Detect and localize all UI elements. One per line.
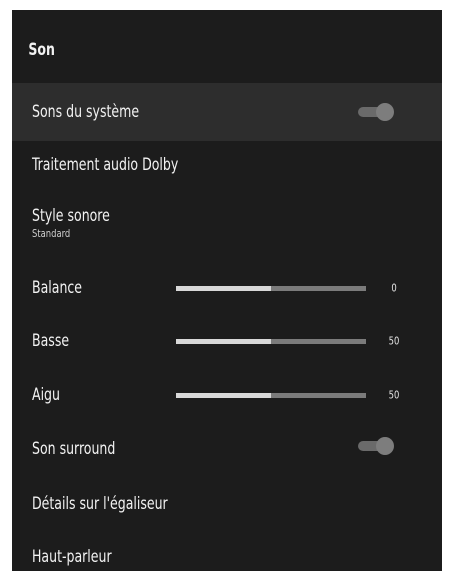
menu-item-speaker[interactable]: Haut-parleur bbox=[12, 536, 442, 571]
balance-slider[interactable] bbox=[176, 286, 366, 291]
slider-value: 50 bbox=[388, 388, 400, 402]
menu-item-dolby-audio[interactable]: Traitement audio Dolby bbox=[12, 143, 442, 187]
menu-item-label: Haut-parleur bbox=[32, 547, 112, 567]
slider-value: 50 bbox=[388, 334, 400, 348]
menu-item-sublabel: Standard bbox=[32, 227, 71, 240]
menu-item-sound-style[interactable]: Style sonore Standard bbox=[12, 206, 442, 246]
slider-fill bbox=[176, 286, 271, 291]
sound-settings-panel: Son Sons du système Traitement audio Dol… bbox=[12, 10, 442, 571]
menu-item-label: Traitement audio Dolby bbox=[32, 155, 179, 175]
toggle-knob bbox=[376, 103, 394, 121]
menu-item-label: Son surround bbox=[32, 439, 116, 459]
menu-item-label: Style sonore bbox=[32, 206, 110, 226]
menu-item-surround-sound[interactable]: Son surround bbox=[12, 428, 442, 470]
treble-slider[interactable] bbox=[176, 393, 366, 398]
menu-item-bass[interactable]: Basse 50 bbox=[12, 321, 442, 361]
system-sounds-toggle[interactable] bbox=[358, 103, 396, 121]
toggle-knob bbox=[376, 437, 394, 455]
bass-slider[interactable] bbox=[176, 339, 366, 344]
panel-title: Son bbox=[28, 40, 55, 60]
menu-item-balance[interactable]: Balance 0 bbox=[12, 268, 442, 308]
menu-item-label: Basse bbox=[32, 331, 70, 351]
slider-value: 0 bbox=[391, 281, 397, 295]
menu-item-label: Aigu bbox=[32, 385, 60, 405]
menu-item-label: Sons du système bbox=[32, 102, 140, 122]
menu-item-system-sounds[interactable]: Sons du système bbox=[12, 83, 442, 141]
menu-item-label: Balance bbox=[32, 278, 83, 298]
slider-fill bbox=[176, 393, 271, 398]
menu-item-treble[interactable]: Aigu 50 bbox=[12, 375, 442, 415]
surround-sound-toggle[interactable] bbox=[358, 437, 396, 455]
menu-item-label: Détails sur l'égaliseur bbox=[32, 494, 168, 514]
menu-item-equalizer-details[interactable]: Détails sur l'égaliseur bbox=[12, 483, 442, 525]
slider-fill bbox=[176, 339, 271, 344]
